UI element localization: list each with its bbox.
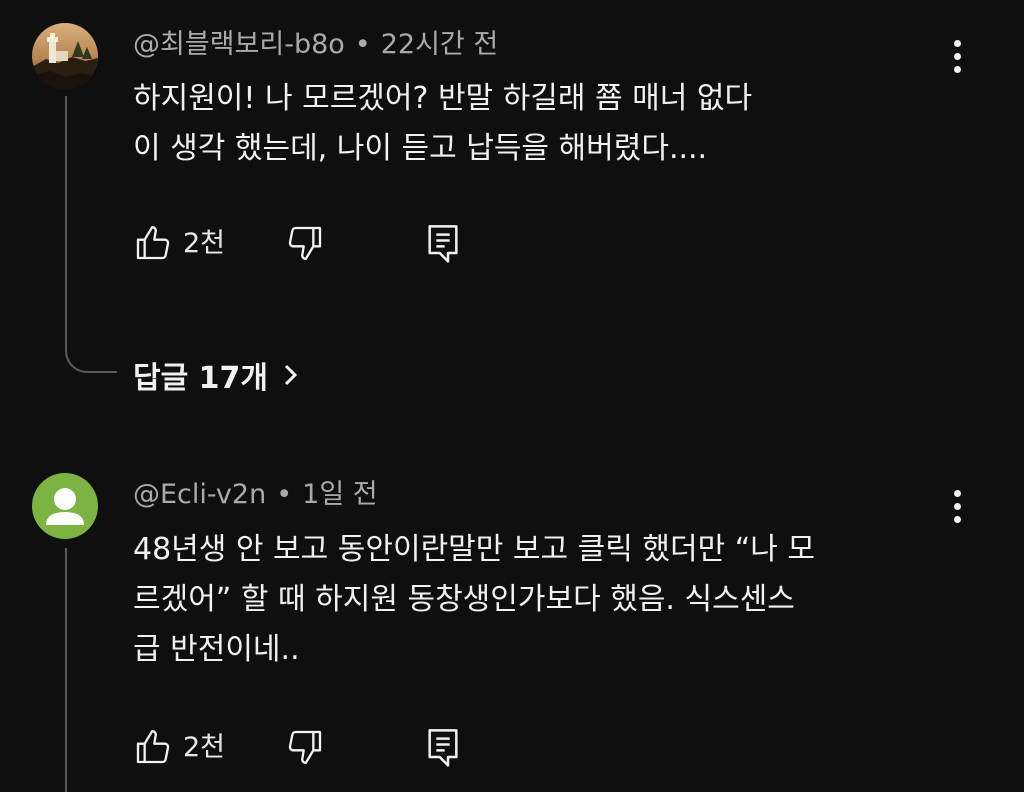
thumbs-down-icon <box>288 226 322 260</box>
comment-text: 48년생 안 보고 동안이란말만 보고 클릭 했더만 “나 모 르겠어” 할 때… <box>133 525 815 675</box>
thumbs-down-icon <box>288 730 322 764</box>
comment-text: 하지원이! 나 모르겠어? 반말 하길래 쬼 매너 없다 이 생각 했는데, 나… <box>133 74 752 174</box>
comment-line: 급 반전이네.. <box>133 632 300 667</box>
like-count: 2천 <box>183 227 226 259</box>
lighthouse-avatar-image <box>32 23 98 89</box>
dislike-button[interactable] <box>285 723 325 771</box>
comment-actions: 2천 <box>133 723 493 771</box>
like-button[interactable]: 2천 <box>133 219 225 267</box>
comments-panel: @최블랙보리-b8o • 22시간 전 하지원이! 나 모르겠어? 반말 하길래 쬼… <box>0 0 1024 792</box>
thread-line <box>65 548 67 792</box>
thread-line <box>65 96 67 329</box>
thumbs-up-icon <box>136 226 170 260</box>
default-person-icon <box>46 488 84 525</box>
comment-line: 하지원이! 나 모르겠어? 반말 하길래 쬼 매너 없다 <box>133 81 753 116</box>
comment-meta: @최블랙보리-b8o • 22시간 전 <box>133 31 498 58</box>
comment-meta: @Ecli-v2n • 1일 전 <box>133 481 378 508</box>
comment-actions: 2천 <box>133 219 493 267</box>
meta-separator: • <box>354 29 371 60</box>
reply-comment-icon <box>428 729 458 767</box>
reply-button[interactable] <box>423 723 463 771</box>
comment-line: 이 생각 했는데, 나이 듣고 납득을 해버렸다.... <box>133 131 708 166</box>
dislike-button[interactable] <box>285 219 325 267</box>
more-vertical-icon[interactable] <box>948 487 968 527</box>
comment-line: 르겠어” 할 때 하지원 동창생인가보다 했음. 식스센스 <box>133 582 795 617</box>
like-button[interactable]: 2천 <box>133 723 225 771</box>
reply-button[interactable] <box>423 219 463 267</box>
comment-time[interactable]: 1일 전 <box>302 479 377 510</box>
view-replies-button[interactable]: 답글 17개 <box>133 353 300 397</box>
like-count: 2천 <box>183 731 226 763</box>
reply-comment-icon <box>428 225 458 263</box>
thread-connector <box>65 327 117 373</box>
chevron-right-icon <box>284 364 298 386</box>
replies-label: 답글 17개 <box>133 361 268 396</box>
avatar[interactable] <box>32 23 98 89</box>
more-vertical-icon[interactable] <box>948 37 968 77</box>
thumbs-up-icon <box>136 730 170 764</box>
comment-line: 48년생 안 보고 동안이란말만 보고 클릭 했더만 “나 모 <box>133 532 816 567</box>
author-name[interactable]: @최블랙보리-b8o <box>133 29 345 60</box>
avatar[interactable] <box>32 473 98 539</box>
author-name[interactable]: @Ecli-v2n <box>133 479 266 510</box>
meta-separator: • <box>276 479 293 510</box>
comment-time[interactable]: 22시간 전 <box>381 29 498 60</box>
